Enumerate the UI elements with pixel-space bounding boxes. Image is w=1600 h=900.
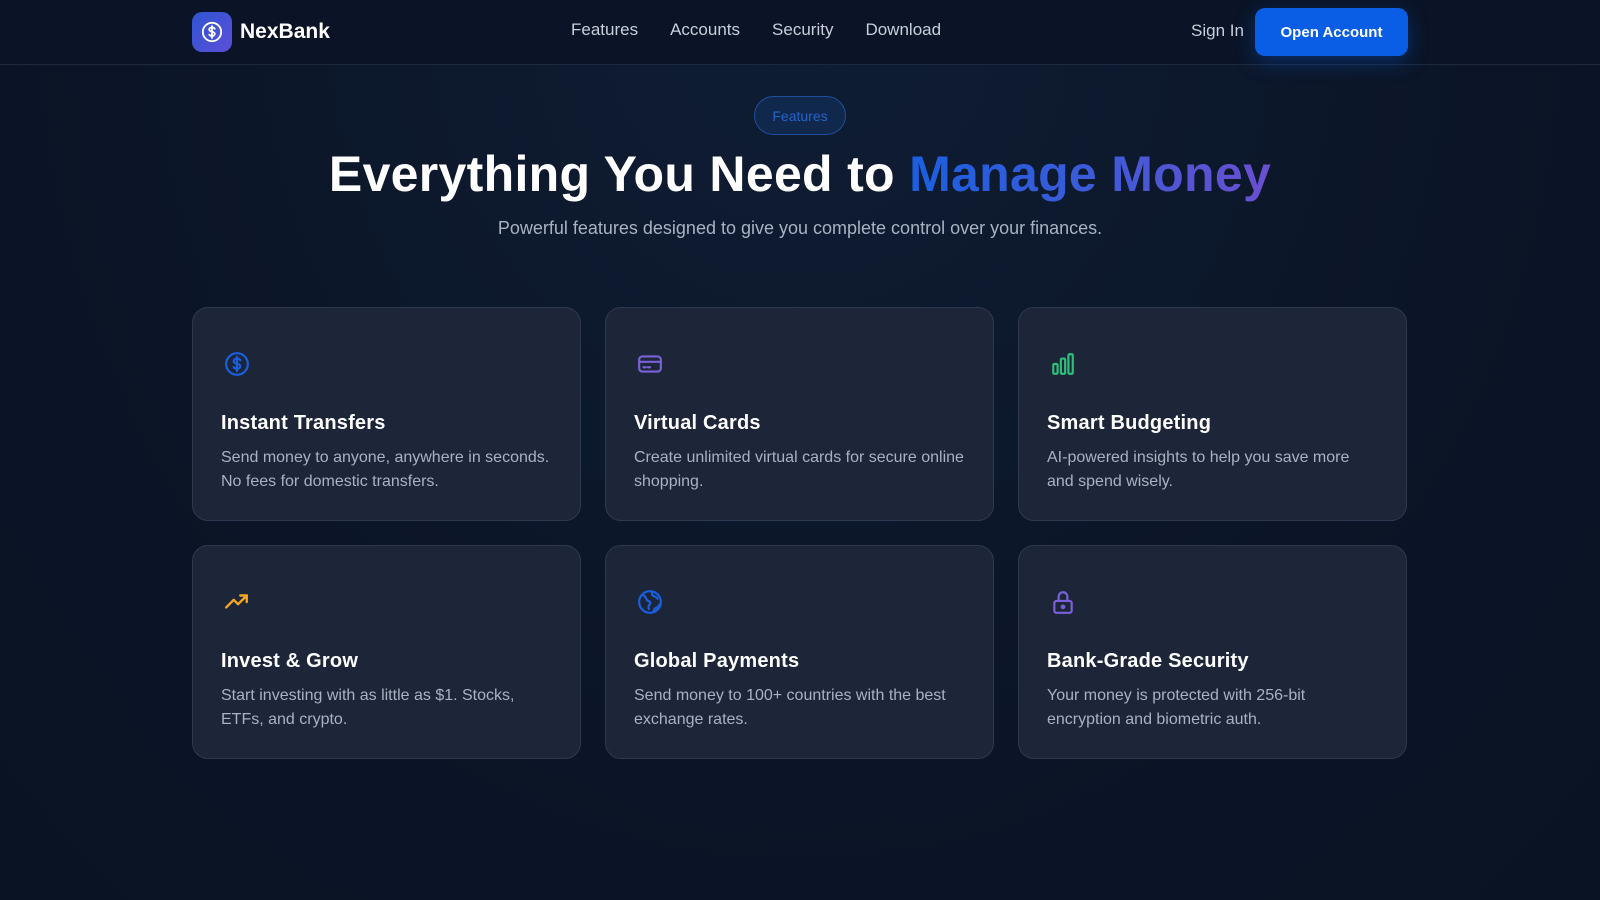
bar-chart-icon — [1047, 348, 1079, 380]
lock-icon — [1047, 586, 1079, 618]
page-title: Everything You Need to Manage Money — [0, 145, 1600, 203]
section-pill: Features — [754, 96, 846, 135]
title-start: Everything You Need to — [328, 146, 910, 202]
feature-description: Send money to anyone, anywhere in second… — [221, 449, 550, 490]
trending-up-icon — [221, 586, 253, 618]
page-subtitle: Powerful features designed to give you c… — [497, 218, 1103, 238]
feature-card-smart-budgeting: Smart Budgeting AI-powered insights to h… — [1018, 307, 1407, 521]
features-grid: Instant Transfers Send money to anyone, … — [192, 307, 1408, 759]
credit-card-icon — [634, 348, 666, 380]
feature-title: Instant Transfers — [221, 412, 386, 434]
feature-description: AI-powered insights to help you save mor… — [1047, 449, 1350, 490]
brand-name: NexBank — [240, 20, 330, 43]
feature-title: Invest & Grow — [221, 650, 359, 672]
feature-title: Global Payments — [634, 650, 800, 672]
nav-link-security[interactable]: Security — [772, 20, 833, 40]
feature-card-global-payments: Global Payments Send money to 100+ count… — [605, 545, 994, 759]
feature-card-instant-transfers: Instant Transfers Send money to anyone, … — [192, 307, 581, 521]
nav-links: Features Accounts Security Download — [571, 20, 973, 40]
globe-icon — [634, 586, 666, 618]
feature-card-bank-grade-security: Bank-Grade Security Your money is protec… — [1018, 545, 1407, 759]
feature-card-invest-grow: Invest & Grow Start investing with as li… — [192, 545, 581, 759]
feature-description: Create unlimited virtual cards for secur… — [634, 449, 964, 490]
feature-card-virtual-cards: Virtual Cards Create unlimited virtual c… — [605, 307, 994, 521]
top-navbar: NexBank Features Accounts Security Downl… — [0, 0, 1600, 65]
sign-in-link[interactable]: Sign In — [1191, 21, 1244, 41]
dollar-circle-icon — [221, 348, 253, 380]
feature-description: Your money is protected with 256-bit enc… — [1047, 687, 1306, 728]
nav-link-accounts[interactable]: Accounts — [670, 20, 740, 40]
brand[interactable]: NexBank — [192, 12, 330, 52]
feature-title: Virtual Cards — [634, 412, 761, 434]
dollar-logo-icon — [192, 12, 232, 52]
open-account-button[interactable]: Open Account — [1255, 8, 1408, 56]
feature-title: Bank-Grade Security — [1047, 650, 1249, 672]
title-accent: Manage Money — [909, 146, 1272, 202]
feature-title: Smart Budgeting — [1047, 412, 1212, 434]
feature-description: Send money to 100+ countries with the be… — [634, 687, 946, 728]
nav-link-download[interactable]: Download — [865, 20, 941, 40]
nav-link-features[interactable]: Features — [571, 20, 638, 40]
feature-description: Start investing with as little as $1. St… — [221, 687, 515, 728]
